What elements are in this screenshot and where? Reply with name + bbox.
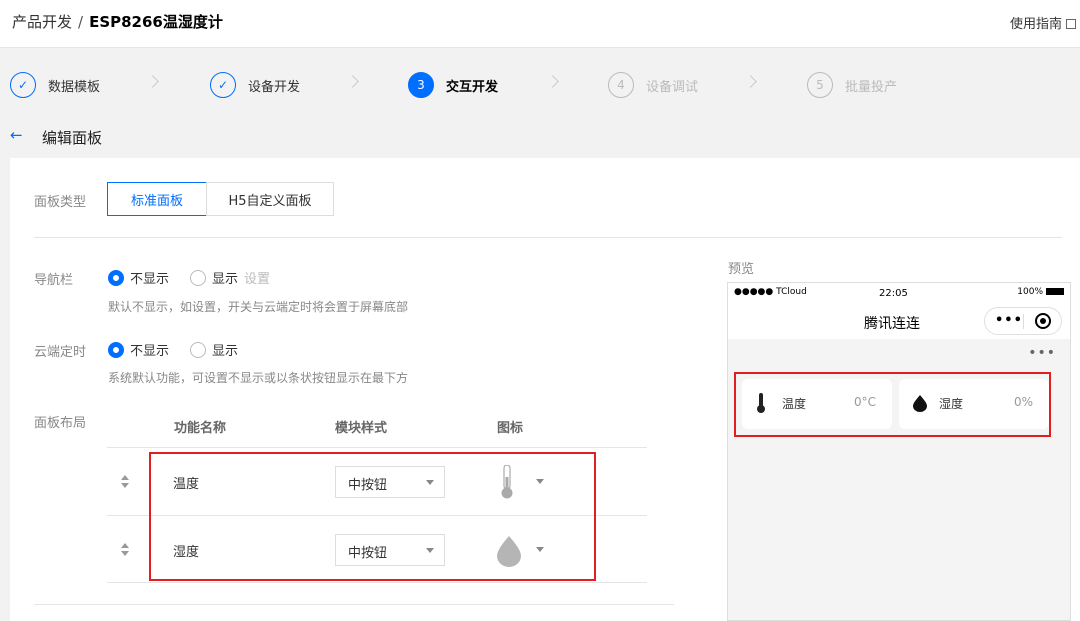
phone-status-bar: ●●●●● TCloud 22:05 100% 腾讯连连 ••• xyxy=(728,283,1070,339)
step-label: 数据模板 xyxy=(48,79,101,95)
page-title: 编辑面板 xyxy=(42,129,103,147)
divider xyxy=(34,237,1062,238)
cloud-timer-hide-radio[interactable]: 不显示 xyxy=(108,340,169,359)
radio-selected-icon xyxy=(108,341,124,358)
capsule-divider xyxy=(1023,314,1024,329)
step-label: 设备开发 xyxy=(248,79,301,95)
breadcrumb: 产品开发 / ESP8266温湿度计 xyxy=(12,11,223,32)
check-icon: ✓ xyxy=(10,72,36,98)
top-header: 产品开发 / ESP8266温湿度计 使用指南 xyxy=(0,0,1080,48)
navbar-hint: 默认不显示，如设置，开关与云端定时将会置于屏幕底部 xyxy=(108,300,409,314)
radio-icon xyxy=(190,341,206,358)
step-number: 5 xyxy=(807,72,833,98)
panel-layout-label: 面板布局 xyxy=(34,416,87,431)
cloud-timer-hint: 系统默认功能，可设置不显示或以条状按钮显示在最下方 xyxy=(108,371,409,385)
mini-program-capsule: ••• xyxy=(984,307,1062,335)
phone-preview: ●●●●● TCloud 22:05 100% 腾讯连连 ••• ••• 温度 … xyxy=(727,282,1071,621)
chevron-right-icon xyxy=(146,75,159,88)
radio-label: 显示 xyxy=(212,344,239,359)
navbar-hide-radio[interactable]: 不显示 xyxy=(108,268,169,287)
column-header-icon: 图标 xyxy=(497,421,524,436)
sort-up-icon[interactable] xyxy=(121,475,129,480)
column-header-style: 模块样式 xyxy=(335,421,388,436)
battery-text: 100% xyxy=(1017,287,1043,297)
battery-indicator: 100% xyxy=(1017,287,1064,297)
navbar-show-radio[interactable]: 显示 设置 xyxy=(190,268,270,287)
battery-icon xyxy=(1046,288,1064,295)
step-label: 交互开发 xyxy=(446,79,499,95)
cloud-timer-label: 云端定时 xyxy=(34,345,87,360)
step-progress: ✓ 数据模板 ✓ 设备开发 3 交互开发 4 设备调试 5 批量投产 xyxy=(0,60,1080,110)
guide-link-label: 使用指南 xyxy=(1009,17,1062,32)
close-target-icon xyxy=(1035,313,1051,329)
radio-icon xyxy=(190,269,206,286)
guide-link[interactable]: 使用指南 xyxy=(1010,13,1076,32)
sort-down-icon[interactable] xyxy=(121,551,129,556)
standard-panel-button[interactable]: 标准面板 xyxy=(107,182,207,216)
back-arrow-icon[interactable]: ← xyxy=(10,126,23,144)
step-device-debug[interactable]: 4 设备调试 xyxy=(608,72,698,98)
divider xyxy=(34,604,674,605)
navbar-settings-link[interactable]: 设置 xyxy=(244,268,270,287)
radio-selected-icon xyxy=(108,269,124,286)
cloud-timer-show-radio[interactable]: 显示 xyxy=(190,340,238,359)
preview-label: 预览 xyxy=(728,262,755,277)
radio-label: 不显示 xyxy=(130,272,170,287)
sort-handle[interactable] xyxy=(121,540,131,559)
step-data-template[interactable]: ✓ 数据模板 xyxy=(10,72,100,98)
breadcrumb-parent[interactable]: 产品开发 xyxy=(12,13,72,31)
breadcrumb-separator: / xyxy=(78,13,84,31)
check-icon: ✓ xyxy=(210,72,236,98)
sort-up-icon[interactable] xyxy=(121,543,129,548)
clock-text: 22:05 xyxy=(879,288,908,299)
step-label: 设备调试 xyxy=(646,79,699,95)
step-number: 3 xyxy=(408,72,434,98)
ellipsis-icon: ••• xyxy=(1028,345,1056,361)
chevron-right-icon xyxy=(346,75,359,88)
chevron-right-icon xyxy=(744,75,757,88)
highlight-box-table xyxy=(149,452,596,581)
panel-type-label: 面板类型 xyxy=(34,195,87,210)
radio-label: 不显示 xyxy=(130,344,170,359)
breadcrumb-current: ESP8266温湿度计 xyxy=(89,13,223,31)
step-number: 4 xyxy=(608,72,634,98)
h5-custom-panel-button[interactable]: H5自定义面板 xyxy=(206,182,334,216)
chevron-right-icon xyxy=(546,75,559,88)
highlight-box-preview xyxy=(734,372,1051,437)
panel-editor-card: 面板类型 标准面板 H5自定义面板 导航栏 不显示 显示 设置 默认不显示，如设置… xyxy=(10,158,1080,621)
step-device-dev[interactable]: ✓ 设备开发 xyxy=(210,72,300,98)
column-header-name: 功能名称 xyxy=(174,421,227,436)
carrier-text: ●●●●● TCloud xyxy=(734,287,807,297)
step-mass-production[interactable]: 5 批量投产 xyxy=(807,72,897,98)
more-dots-icon: ••• xyxy=(995,313,1023,328)
sort-down-icon[interactable] xyxy=(121,483,129,488)
radio-label: 显示 xyxy=(212,272,239,287)
app-title: 腾讯连连 xyxy=(864,316,920,332)
step-interaction-dev[interactable]: 3 交互开发 xyxy=(408,72,498,98)
sort-handle[interactable] xyxy=(121,472,131,491)
navbar-label: 导航栏 xyxy=(34,273,74,288)
external-link-icon xyxy=(1066,19,1076,29)
step-label: 批量投产 xyxy=(845,79,898,95)
